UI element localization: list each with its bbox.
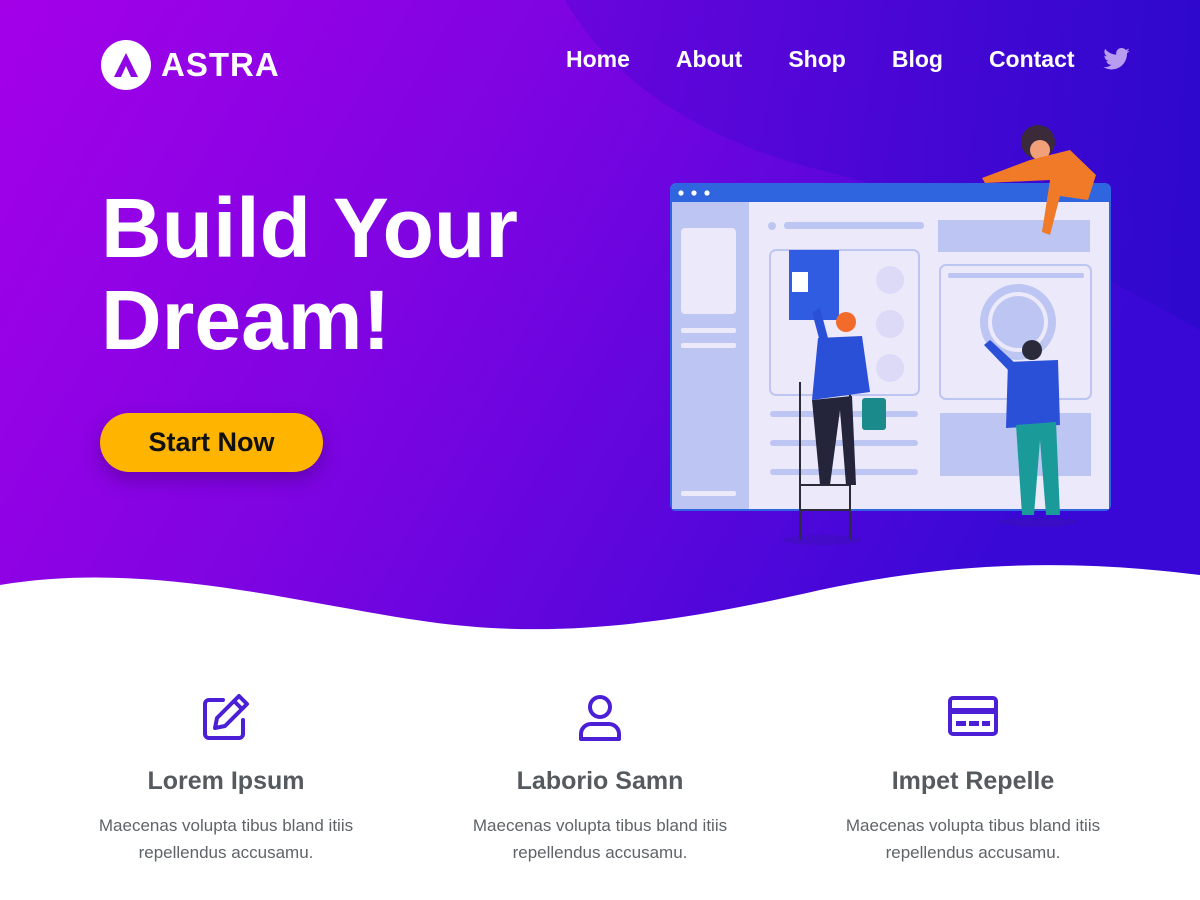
hero-section: ASTRA Home About Shop Blog Contact Build… (0, 0, 1200, 650)
feature-desc-line-1: Maecenas volupta tibus bland itiis (472, 816, 728, 835)
feature-title: Laborio Samn (516, 767, 684, 795)
brand-logo[interactable]: ASTRA (101, 40, 280, 90)
feature-description: Maecenas volupta tibus bland itiis repel… (450, 812, 750, 866)
feature-card: Lorem Ipsum Maecenas volupta tibus bland… (39, 690, 413, 866)
hero-headline: Build Your Dream! (101, 182, 581, 366)
feature-description: Maecenas volupta tibus bland itiis repel… (76, 812, 376, 866)
nav-item-about[interactable]: About (676, 44, 742, 74)
feature-desc-line-2: repellendus accusamu. (885, 843, 1061, 862)
feature-card: Laborio Samn Maecenas volupta tibus blan… (413, 690, 787, 866)
headline-line-2: Dream! (101, 273, 391, 367)
credit-card-icon (948, 696, 998, 736)
website-builder-illustration (670, 125, 1111, 545)
feature-desc-line-1: Maecenas volupta tibus bland itiis (845, 816, 1101, 835)
feature-card: Impet Repelle Maecenas volupta tibus bla… (786, 690, 1160, 866)
user-icon (579, 695, 621, 741)
twitter-icon[interactable] (1102, 48, 1130, 70)
main-navigation: Home About Shop Blog Contact (566, 44, 1130, 74)
nav-item-shop[interactable]: Shop (788, 44, 846, 74)
start-now-button[interactable]: Start Now (100, 413, 323, 472)
brand-name: ASTRA (161, 46, 280, 83)
nav-item-blog[interactable]: Blog (892, 44, 943, 74)
nav-item-home[interactable]: Home (566, 44, 630, 74)
feature-title: Lorem Ipsum (147, 767, 305, 795)
nav-item-contact[interactable]: Contact (989, 44, 1075, 74)
feature-description: Maecenas volupta tibus bland itiis repel… (823, 812, 1123, 866)
feature-desc-line-2: repellendus accusamu. (138, 843, 314, 862)
astra-logo-icon (101, 40, 151, 90)
feature-desc-line-1: Maecenas volupta tibus bland itiis (98, 816, 354, 835)
edit-icon (203, 694, 249, 740)
feature-desc-line-2: repellendus accusamu. (512, 843, 688, 862)
headline-line-1: Build Your (101, 181, 518, 275)
feature-title: Impet Repelle (891, 767, 1055, 795)
